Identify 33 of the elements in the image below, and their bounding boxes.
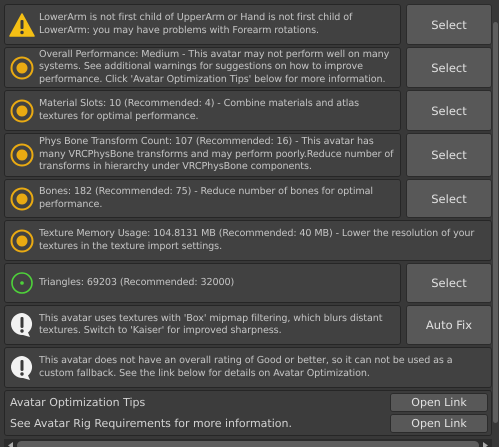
message-text: LowerArm is not first child of UpperArm or Hand is not first child of LowerArm: you may have problems with Forearm rotations.: [39, 12, 354, 37]
scroll-left-icon[interactable]: [8, 442, 13, 447]
message-text: This avatar uses textures with 'Box' mipmap filtering, which blurs distant textures. Switch to 'Kaiser' for improved sharpness.: [39, 312, 384, 338]
message-text: Texture Memory Usage: 104.8131 MB (Recommended: 40 MB) - Lower the resolution of your textures in the texture import settings.: [39, 228, 476, 253]
message-text: Phys Bone Transform Count: 107 (Recommended: 16) - This avatar has many VRCPhysBone transforms and may perform poorly.Reduce number of transforms in hierarchy under VRCPhysBone components.: [39, 136, 395, 174]
open-link-button[interactable]: Open Link: [390, 414, 488, 433]
select-button[interactable]: Select: [406, 90, 492, 131]
select-button[interactable]: Select: [406, 133, 492, 177]
select-button[interactable]: Select: [406, 263, 492, 303]
select-button[interactable]: Select: [406, 179, 492, 218]
performance-icon: [9, 142, 35, 168]
message-text: Bones: 182 (Recommended: 75) - Reduce number of bones for optimal performance.: [39, 186, 374, 211]
auto-fix-button[interactable]: Auto Fix: [406, 305, 492, 345]
message-text: Triangles: 69203 (Recommended: 32000): [39, 276, 234, 290]
scroll-right-icon[interactable]: [483, 442, 488, 447]
vertical-scrollbar-thumb[interactable]: [493, 22, 498, 423]
open-link-button[interactable]: Open Link: [390, 393, 488, 412]
performance-icon: [9, 98, 35, 124]
info-icon: [9, 354, 35, 380]
scrollbar-thumb[interactable]: [17, 440, 479, 447]
performance-icon: [9, 186, 35, 212]
warning-icon: [9, 12, 35, 36]
status-icon: [9, 270, 35, 296]
link-label: See Avatar Rig Requirements for more information.: [10, 417, 292, 430]
select-button[interactable]: Select: [406, 4, 492, 45]
select-button[interactable]: Select: [406, 47, 492, 88]
performance-icon: [9, 54, 35, 80]
message-text: Material Slots: 10 (Recommended: 4) - Combine materials and atlas textures for optimal performance.: [39, 98, 360, 123]
performance-icon: [9, 228, 35, 254]
link-label: Avatar Optimization Tips: [10, 396, 146, 409]
info-icon: [9, 312, 35, 338]
message-text: This avatar does not have an overall rating of Good or better, so it can not be used as a custom fallback. See the link below for details on Avatar Optimization.: [39, 355, 454, 380]
message-text: Overall Performance: Medium - This avatar may not perform well on many systems. See additional warnings for suggestions on how to improve performance. Click 'Avatar Optimization Tips' below for more information.: [39, 48, 390, 86]
